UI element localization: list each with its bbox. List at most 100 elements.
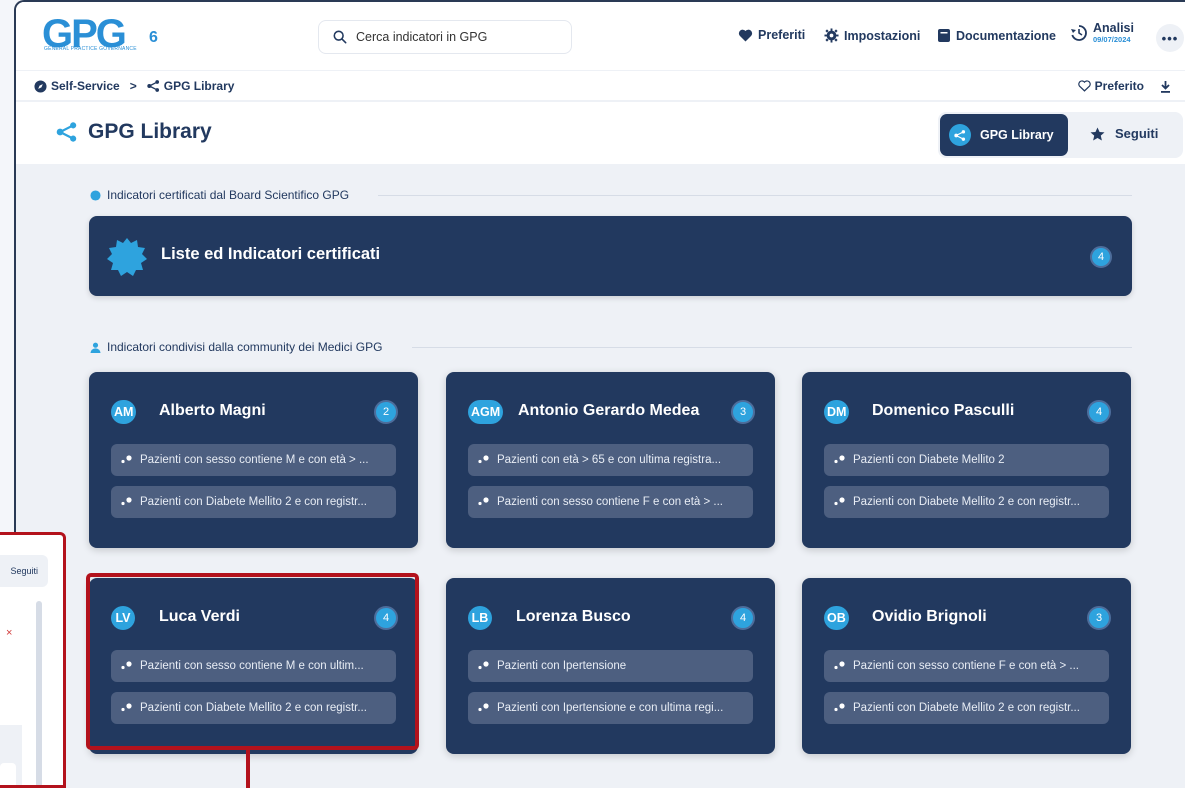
indicator-icon: [834, 455, 845, 464]
indicator-label: Pazienti con Diabete Mellito 2 e con reg…: [853, 702, 1080, 714]
inset-panel: Seguiti ×: [0, 532, 66, 788]
nav-impostazioni[interactable]: Impostazioni: [824, 28, 920, 43]
indicator-label: Pazienti con sesso contiene M e con età …: [140, 454, 369, 466]
avatar: DM: [824, 400, 850, 424]
preferito-button[interactable]: Preferito: [1095, 79, 1144, 93]
indicator-icon: [834, 661, 845, 670]
view-tabs: GPG Library Seguiti: [938, 112, 1183, 158]
heart-icon: [738, 29, 753, 42]
user-card-alberto-magni[interactable]: AM Alberto Magni 2 Pazienti con sesso co…: [89, 372, 418, 548]
user-card-lorenza-busco[interactable]: LB Lorenza Busco 4 Pazienti con Ipertens…: [446, 578, 775, 754]
nav-preferiti-label: Preferiti: [758, 28, 806, 42]
section-divider: [378, 195, 1132, 196]
count-badge: 4: [374, 606, 398, 630]
user-card-ovidio-brignoli[interactable]: OB Ovidio Brignoli 3 Pazienti con sesso …: [802, 578, 1131, 754]
indicator-item[interactable]: Pazienti con sesso contiene M e con età …: [111, 444, 396, 476]
search-input[interactable]: [356, 30, 556, 44]
indicator-icon: [478, 497, 489, 506]
community-section-label: Indicatori condivisi dalla community dei…: [90, 340, 382, 354]
breadcrumb-self-service[interactable]: Self-Service: [51, 79, 120, 93]
user-name: Lorenza Busco: [516, 608, 631, 625]
user-name: Antonio Gerardo Medea: [518, 402, 700, 419]
tab-seguiti-label: Seguiti: [1115, 126, 1159, 141]
nav-documentazione-label: Documentazione: [956, 28, 1057, 43]
indicator-label: Pazienti con Diabete Mellito 2 e con reg…: [140, 702, 367, 714]
certified-lists-card[interactable]: Liste ed Indicatori certificati 4: [89, 216, 1132, 296]
nav-impostazioni-label: Impostazioni: [844, 28, 921, 43]
user-card-domenico-pasculli[interactable]: DM Domenico Pasculli 4 Pazienti con Diab…: [802, 372, 1131, 548]
page-title-text: GPG Library: [88, 120, 212, 143]
search-icon: [333, 30, 347, 44]
certified-card-title: Liste ed Indicatori certificati: [161, 245, 381, 263]
indicator-item[interactable]: Pazienti con Diabete Mellito 2: [824, 444, 1109, 476]
close-icon[interactable]: ×: [6, 627, 12, 639]
indicator-item[interactable]: Pazienti con sesso contiene F e con età …: [824, 650, 1109, 682]
indicator-item[interactable]: Pazienti con Diabete Mellito 2 e con reg…: [111, 486, 396, 518]
inset-tab-seguiti[interactable]: Seguiti: [0, 555, 48, 587]
nav-preferiti[interactable]: Preferiti: [738, 28, 805, 42]
breadcrumb-bar: Self-Service > GPG Library Preferito: [16, 70, 1185, 100]
count-badge: 4: [1087, 400, 1111, 424]
page-header: GPG Library GPG Library Seguiti: [16, 102, 1185, 164]
indicator-item[interactable]: Pazienti con Diabete Mellito 2 e con reg…: [824, 486, 1109, 518]
compass-icon: [34, 79, 47, 93]
indicator-label: Pazienti con Ipertensione e con ultima r…: [497, 702, 724, 714]
indicator-item[interactable]: Pazienti con sesso contiene M e con ulti…: [111, 650, 396, 682]
book-icon: [938, 29, 950, 42]
indicator-item[interactable]: Pazienti con Ipertensione e con ultima r…: [468, 692, 753, 724]
page-title: GPG Library: [56, 120, 212, 144]
tab-seguiti[interactable]: Seguiti: [1090, 126, 1158, 141]
indicator-label: Pazienti con età > 65 e con ultima regis…: [497, 454, 722, 466]
indicator-label: Pazienti con Diabete Mellito 2 e con reg…: [853, 496, 1080, 508]
more-icon: •••: [1161, 30, 1179, 46]
indicator-icon: [478, 703, 489, 712]
logo-version: 6: [149, 29, 158, 46]
user-card-antonio-gerardo-medea[interactable]: AGM Antonio Gerardo Medea 3 Pazienti con…: [446, 372, 775, 548]
indicator-item[interactable]: Pazienti con sesso contiene F e con età …: [468, 486, 753, 518]
nav-documentazione[interactable]: Documentazione: [937, 28, 1056, 43]
indicator-label: Pazienti con Diabete Mellito 2 e con reg…: [140, 496, 367, 508]
indicator-label: Pazienti con sesso contiene F e con età …: [853, 660, 1079, 672]
logo-subtitle: GENERAL PRACTICE GOVERNANCE: [44, 46, 137, 52]
indicator-item[interactable]: Pazienti con Diabete Mellito 2 e con reg…: [111, 692, 396, 724]
app-window: GPG 6 GENERAL PRACTICE GOVERNANCE Prefer…: [14, 0, 1185, 788]
avatar: OB: [824, 606, 849, 630]
user-name: Luca Verdi: [159, 608, 240, 625]
nav-analisi[interactable]: Analisi 09/07/2024: [1070, 22, 1134, 43]
share-icon: [56, 122, 77, 142]
indicator-item[interactable]: Pazienti con Diabete Mellito 2 e con reg…: [824, 692, 1109, 724]
avatar: AM: [111, 400, 137, 424]
more-menu-button[interactable]: •••: [1156, 24, 1184, 52]
certified-count-badge: 4: [1090, 246, 1112, 268]
heart-outline-icon: [1077, 80, 1091, 92]
user-name: Alberto Magni: [159, 402, 266, 419]
highlight-connector: [246, 750, 250, 788]
search-box[interactable]: [318, 20, 572, 54]
breadcrumb-actions: Preferito: [1077, 79, 1171, 93]
gpg-logo[interactable]: GPG 6 GENERAL PRACTICE GOVERNANCE: [42, 12, 182, 56]
breadcrumb-gpg-library[interactable]: GPG Library: [164, 79, 235, 93]
indicator-icon: [121, 497, 132, 506]
certified-badge-icon: [107, 238, 147, 276]
indicator-label: Pazienti con Diabete Mellito 2: [853, 454, 1005, 466]
indicator-icon: [121, 661, 132, 670]
scrollbar[interactable]: [36, 601, 42, 785]
tab-gpg-library[interactable]: GPG Library: [940, 114, 1068, 156]
indicator-item[interactable]: Pazienti con età > 65 e con ultima regis…: [468, 444, 753, 476]
breadcrumb-separator: >: [129, 79, 137, 93]
badge-icon: [90, 189, 101, 201]
user-card-luca-verdi[interactable]: LV Luca Verdi 4 Pazienti con sesso conti…: [89, 578, 418, 754]
download-icon[interactable]: [1160, 80, 1171, 93]
history-icon: [1071, 24, 1087, 41]
analisi-date: 09/07/2024: [1093, 34, 1131, 44]
section-divider: [412, 347, 1132, 348]
avatar: AGM: [468, 400, 504, 424]
user-name: Domenico Pasculli: [872, 402, 1015, 419]
indicator-item[interactable]: Pazienti con Ipertensione: [468, 650, 753, 682]
indicator-label: Pazienti con sesso contiene M e con ulti…: [140, 660, 364, 672]
count-badge: 2: [374, 400, 398, 424]
inset-tab-seguiti-label: Seguiti: [10, 566, 38, 576]
breadcrumb: Self-Service > GPG Library: [34, 79, 234, 93]
star-icon: [1090, 126, 1105, 141]
indicator-label: Pazienti con Ipertensione: [497, 660, 627, 672]
